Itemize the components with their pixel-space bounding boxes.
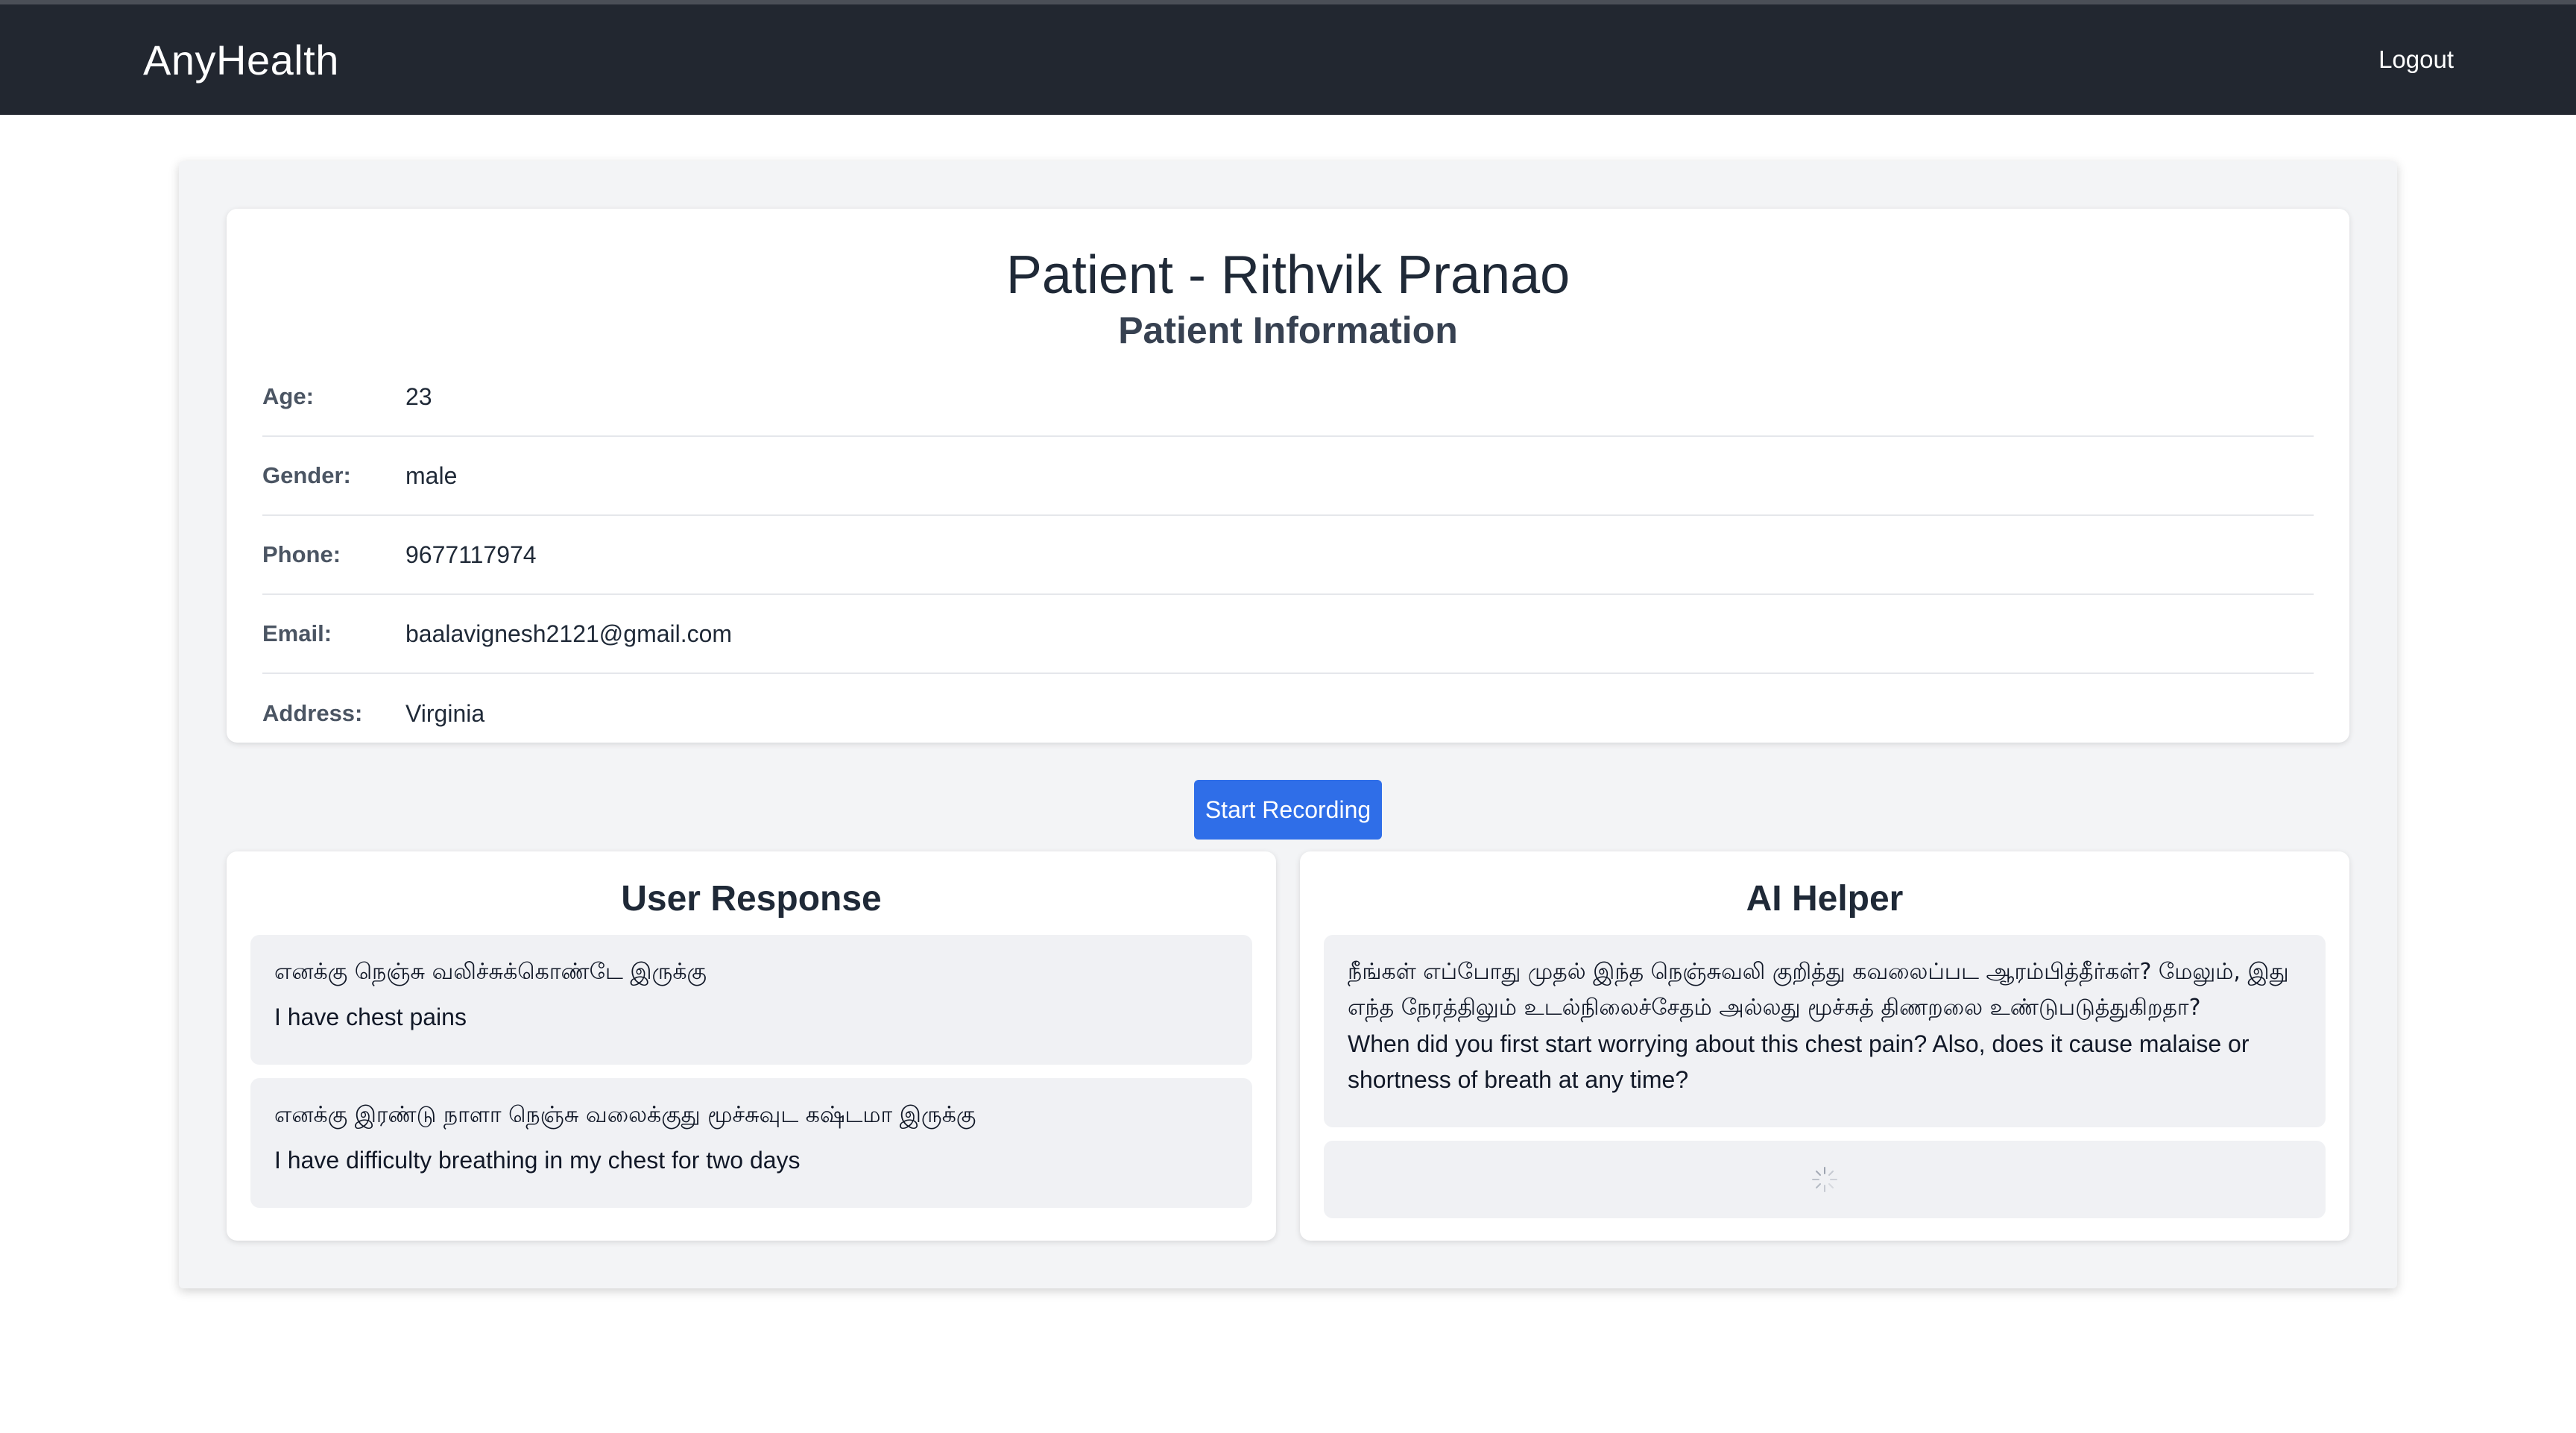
ai-helper-panel: AI Helper நீங்கள் எப்போது முதல் இந்த நெஞ… bbox=[1300, 851, 2349, 1241]
panel-title: AI Helper bbox=[1746, 879, 1904, 919]
page-title: Patient - Rithvik Pranao bbox=[1006, 245, 1570, 305]
tamil-text: எனக்கு நெஞ்சு வலிச்சுக்கொண்டே இருக்கு bbox=[274, 959, 707, 985]
spinner-icon bbox=[1812, 1167, 1837, 1192]
field-row-age: Age: 23 bbox=[262, 358, 2314, 437]
english-text: When did you first start worrying about … bbox=[1348, 1030, 2250, 1093]
patient-fields: Age: 23 Gender: male Phone: 9677117974 E… bbox=[262, 358, 2314, 753]
user-response-panel: User Response எனக்கு நெஞ்சு வலிச்சுக்கொண… bbox=[227, 851, 1276, 1241]
field-value: baalavignesh2121@gmail.com bbox=[405, 620, 733, 647]
field-row-phone: Phone: 9677117974 bbox=[262, 516, 2314, 595]
field-value: Virginia bbox=[405, 699, 485, 727]
start-recording-button[interactable]: Start Recording bbox=[1194, 780, 1382, 840]
logout-link[interactable]: Logout bbox=[2378, 45, 2454, 74]
field-value: 23 bbox=[405, 382, 432, 410]
list-item: எனக்கு இரண்டு நாளா நெஞ்சு வலைக்குது மூச்… bbox=[250, 1078, 1252, 1208]
list-item: எனக்கு நெஞ்சு வலிச்சுக்கொண்டே இருக்கு I … bbox=[250, 935, 1252, 1065]
brand-logo[interactable]: AnyHealth bbox=[143, 36, 339, 84]
field-value: 9677117974 bbox=[405, 541, 537, 568]
section-subtitle: Patient Information bbox=[1118, 309, 1458, 351]
tamil-text: நீங்கள் எப்போது முதல் இந்த நெஞ்சுவலி குற… bbox=[1348, 959, 2289, 1021]
panel-title: User Response bbox=[621, 879, 882, 919]
english-text: I have difficulty breathing in my chest … bbox=[274, 1147, 801, 1174]
field-label: Address: bbox=[262, 700, 363, 726]
field-label: Gender: bbox=[262, 462, 351, 488]
field-row-gender: Gender: male bbox=[262, 437, 2314, 516]
list-item: நீங்கள் எப்போது முதல் இந்த நெஞ்சுவலி குற… bbox=[1324, 935, 2326, 1127]
navbar: AnyHealth Logout bbox=[0, 4, 2576, 115]
main-container: Patient - Rithvik Pranao Patient Informa… bbox=[179, 161, 2397, 1288]
english-text: I have chest pains bbox=[274, 1004, 467, 1030]
field-row-email: Email: baalavignesh2121@gmail.com bbox=[262, 595, 2314, 674]
patient-info-card: Patient - Rithvik Pranao Patient Informa… bbox=[227, 209, 2349, 743]
field-label: Email: bbox=[262, 620, 332, 646]
recording-controls: Start Recording bbox=[179, 780, 2397, 840]
field-row-address: Address: Virginia bbox=[262, 674, 2314, 753]
loading-item bbox=[1324, 1141, 2326, 1218]
tamil-text: எனக்கு இரண்டு நாளா நெஞ்சு வலைக்குது மூச்… bbox=[274, 1102, 976, 1128]
field-label: Age: bbox=[262, 383, 314, 409]
field-label: Phone: bbox=[262, 541, 341, 567]
field-value: male bbox=[405, 462, 458, 489]
